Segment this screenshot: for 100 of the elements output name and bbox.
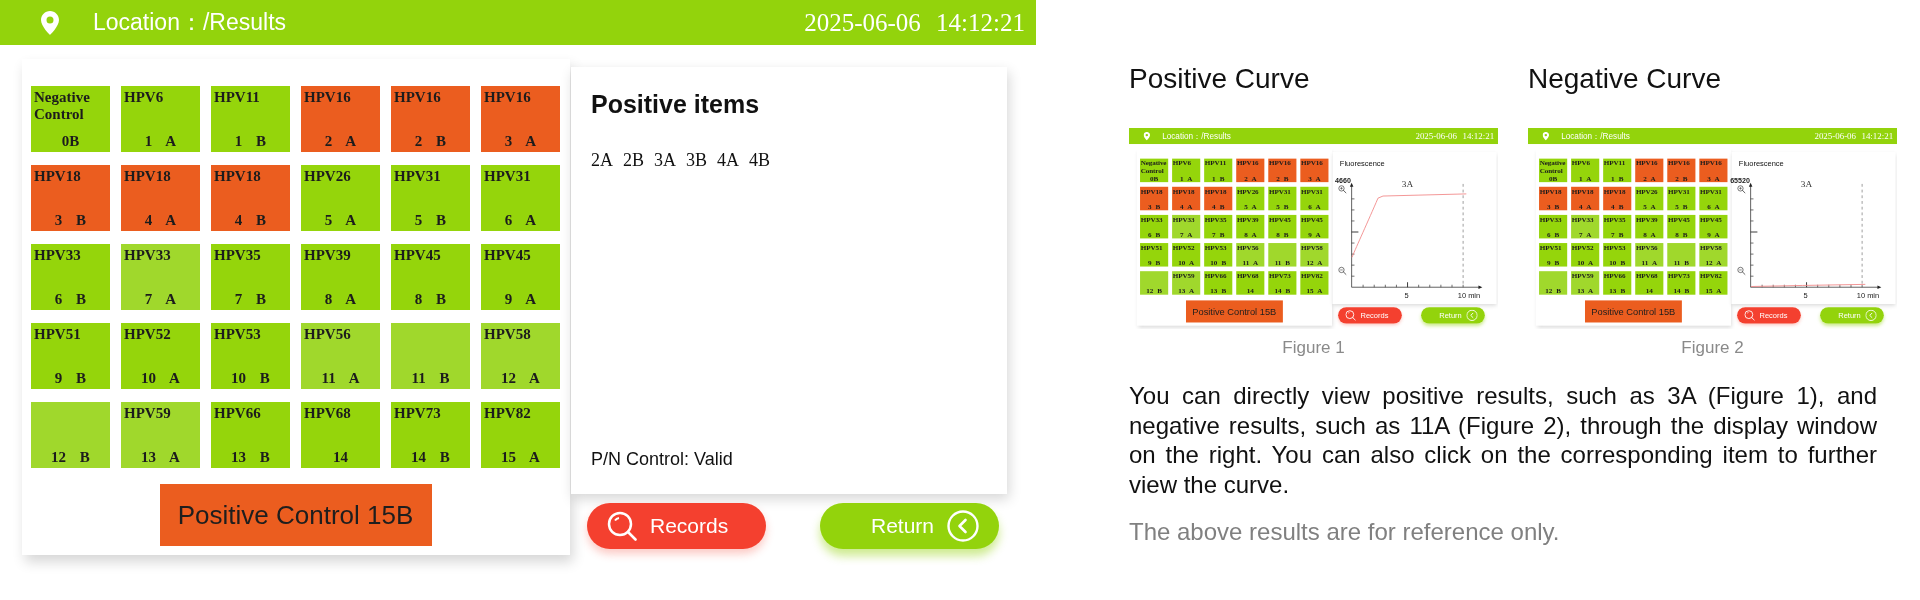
result-tile[interactable]: HPV73 14 B bbox=[391, 402, 470, 468]
position-label: 14 bbox=[333, 449, 348, 466]
type-label: HPV51 bbox=[34, 326, 81, 343]
result-tile[interactable]: HPV18 3 B bbox=[31, 165, 110, 231]
x-tick-label: 5 bbox=[1803, 290, 1808, 300]
type-label: HPV16 bbox=[304, 89, 351, 106]
figure-caption: Figure 1 bbox=[1282, 338, 1345, 358]
type-label: HPV18 bbox=[34, 168, 81, 185]
position-label: 1 B bbox=[234, 133, 267, 150]
result-tile[interactable]: HPV68 14 bbox=[301, 402, 380, 468]
type-label: HPV56 bbox=[304, 326, 351, 343]
position-label: 15 A bbox=[501, 449, 540, 466]
result-tile[interactable]: HPV45 8 B bbox=[391, 244, 470, 310]
location-pin-icon bbox=[41, 10, 59, 35]
type-label: HPV6 bbox=[124, 89, 164, 106]
result-tile[interactable]: HPV82 15 A bbox=[481, 402, 560, 468]
type-label: HPV58 bbox=[484, 326, 531, 343]
result-tile[interactable]: HPV18 4 A bbox=[121, 165, 200, 231]
result-tile[interactable]: HPV11 1 B bbox=[211, 86, 290, 152]
position-label: 6 B bbox=[54, 291, 87, 308]
type-label: HPV31 bbox=[394, 168, 441, 185]
result-tile[interactable]: HPV31 5 B bbox=[391, 165, 470, 231]
x-tick-label: 5 bbox=[1404, 290, 1409, 300]
figure-caption: Figure 2 bbox=[1681, 338, 1744, 358]
type-label: HPV26 bbox=[304, 168, 351, 185]
positive-control-button[interactable]: Positive Control 15B bbox=[159, 484, 432, 546]
positive-item: 2A bbox=[591, 149, 613, 171]
positive-item: 3A bbox=[654, 149, 676, 171]
back-icon bbox=[947, 510, 979, 542]
search-icon bbox=[607, 511, 637, 541]
result-tile[interactable]: HPV26 5 A bbox=[301, 165, 380, 231]
figure-title: Positive Curve bbox=[1129, 62, 1310, 96]
type-label: HPV45 bbox=[394, 247, 441, 264]
result-tile[interactable]: HPV35 7 B bbox=[211, 244, 290, 310]
result-tile[interactable]: HPV33 7 A bbox=[121, 244, 200, 310]
result-tile[interactable]: HPV16 3 A bbox=[481, 86, 560, 152]
date-time: 2025-06-06 14:12:21 bbox=[1814, 131, 1894, 141]
result-tile[interactable]: HPV58 12 A bbox=[481, 323, 560, 389]
type-label: HPV33 bbox=[34, 247, 81, 264]
result-tile[interactable]: 12 B bbox=[31, 402, 110, 468]
result-tile[interactable]: HPV66 13 B bbox=[211, 402, 290, 468]
type-label: HPV53 bbox=[214, 326, 261, 343]
position-label: 11 B bbox=[411, 370, 450, 387]
result-tile[interactable]: HPV53 10 B bbox=[211, 323, 290, 389]
result-tile[interactable]: HPV16 2 B bbox=[391, 86, 470, 152]
type-label: HPV16 bbox=[484, 89, 531, 106]
position-label: 7 B bbox=[234, 291, 267, 308]
position-label: 8 B bbox=[414, 291, 447, 308]
result-tile[interactable]: HPV52 10 A bbox=[121, 323, 200, 389]
position-label: 2 B bbox=[414, 133, 447, 150]
positive-item: 3B bbox=[686, 149, 708, 171]
position-label: 9 B bbox=[54, 370, 87, 387]
location-pin-icon bbox=[1542, 131, 1549, 141]
position-label: 7 A bbox=[144, 291, 177, 308]
x-tick-label: 10 min bbox=[1856, 290, 1880, 300]
position-label: 8 A bbox=[324, 291, 357, 308]
position-label: 5 B bbox=[414, 212, 447, 229]
position-label: 3 B bbox=[54, 212, 87, 229]
location-pin-icon bbox=[1143, 131, 1150, 141]
result-tile[interactable]: HPV16 2 A bbox=[301, 86, 380, 152]
result-tile[interactable]: HPV56 11 A bbox=[301, 323, 380, 389]
result-tile[interactable]: HPV18 4 B bbox=[211, 165, 290, 231]
location-path: Location：/Results bbox=[93, 8, 287, 37]
position-label: 0B bbox=[61, 133, 80, 150]
positive-control-button[interactable]: Positive Control 15B bbox=[1584, 300, 1682, 323]
type-label: HPV33 bbox=[124, 247, 171, 264]
result-tile[interactable]: HPV59 13 A bbox=[121, 402, 200, 468]
result-tile[interactable]: HPV33 6 B bbox=[31, 244, 110, 310]
location-path: Location：/Results bbox=[1162, 130, 1231, 142]
type-label: HPV11 bbox=[214, 89, 260, 106]
position-label: 12 A bbox=[501, 370, 540, 387]
result-tile[interactable]: HPV39 8 A bbox=[301, 244, 380, 310]
result-tile[interactable]: 11 B bbox=[391, 323, 470, 389]
positive-item: 4B bbox=[749, 149, 771, 171]
position-label: 13 A bbox=[141, 449, 180, 466]
type-label: HPV73 bbox=[394, 405, 441, 422]
type-label: HPV31 bbox=[484, 168, 531, 185]
type-label: HPV52 bbox=[124, 326, 171, 343]
type-label: HPV35 bbox=[214, 247, 261, 264]
location-path: Location：/Results bbox=[1561, 130, 1630, 142]
result-tile[interactable]: Negative Control 0B bbox=[31, 86, 110, 152]
control-status: P/N Control: Valid bbox=[591, 448, 734, 470]
position-label: 10 A bbox=[141, 370, 180, 387]
description-text: You can directly view positive results, such as 3A (Figure 1), and negative results, such as 11A (Figure 2), through the display window on the right. You can also click on the corresponding item to further view the curve. bbox=[1129, 381, 1877, 499]
positive-item: 2B bbox=[623, 149, 644, 171]
result-tile[interactable]: HPV31 6 A bbox=[481, 165, 560, 231]
type-label: HPV45 bbox=[484, 247, 531, 264]
type-label: Negative Control bbox=[34, 89, 91, 123]
result-tile[interactable]: HPV51 9 B bbox=[31, 323, 110, 389]
position-label: 2 A bbox=[324, 133, 357, 150]
position-label: 13 B bbox=[231, 449, 270, 466]
positive-control-button[interactable]: Positive Control 15B bbox=[1185, 300, 1283, 323]
result-tile[interactable]: HPV6 1 A bbox=[121, 86, 200, 152]
date-time: 2025-06-06 14:12:21 bbox=[804, 8, 1025, 37]
position-label: 9 A bbox=[504, 291, 537, 308]
position-label: 3 A bbox=[504, 133, 537, 150]
type-label: HPV59 bbox=[124, 405, 171, 422]
result-tile[interactable]: HPV45 9 A bbox=[481, 244, 560, 310]
records-button[interactable]: Records bbox=[587, 503, 766, 549]
curve-label: 3A bbox=[1401, 179, 1414, 190]
